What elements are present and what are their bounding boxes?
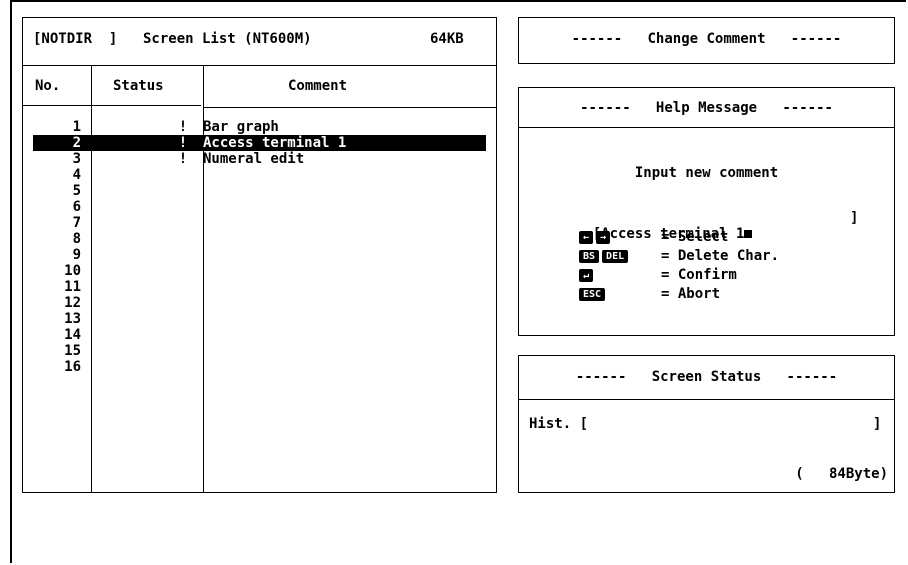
directory-label: [NOTDIR ] [33, 31, 118, 47]
change-comment-title: ------ Change Comment ------ [571, 31, 842, 47]
help-message-title: ------ Help Message ------ [580, 100, 833, 116]
row-status: ! [178, 135, 188, 151]
row-comment: Bar graph [203, 119, 279, 135]
row-number: 15 [64, 343, 81, 359]
row-number: 7 [72, 215, 81, 231]
row-number: 5 [72, 183, 81, 199]
key-action: = Abort [661, 286, 721, 302]
row-number: 6 [72, 199, 81, 215]
no-status-header-divider [23, 105, 201, 106]
table-row[interactable]: 11 [23, 279, 496, 295]
help-title-divider [519, 127, 894, 128]
row-number: 4 [72, 167, 81, 183]
row-number: 14 [64, 327, 81, 343]
table-row[interactable]: 6 [23, 199, 496, 215]
column-header-no: No. [35, 78, 61, 94]
table-row[interactable]: 14 [23, 327, 496, 343]
text-cursor [744, 230, 753, 238]
key-group: ESC [579, 286, 661, 302]
screen-list-title: Screen List (NT600M) [143, 31, 312, 47]
screen-size: ( 84Byte) [795, 466, 888, 482]
header-divider [23, 65, 496, 66]
key-group: ↵ [579, 267, 661, 283]
table-row[interactable]: 10 [23, 263, 496, 279]
row-comment: Numeral edit [203, 151, 305, 167]
screen-status-panel: ------ Screen Status ------ Hist. [ ] ( … [518, 355, 895, 493]
help-key-line: ESC = Abort [579, 286, 720, 302]
row-number: 1 [72, 119, 81, 135]
status-title-divider [519, 399, 894, 400]
help-key-line: BS DEL = Delete Char. [579, 248, 779, 264]
table-row[interactable]: 8 [23, 231, 496, 247]
row-number: 10 [64, 263, 81, 279]
row-status: ! [178, 151, 188, 167]
row-number: 16 [64, 359, 81, 375]
row-number: 2 [72, 135, 81, 151]
history-label: Hist. [ [529, 416, 589, 432]
key-action: = Select [661, 229, 729, 245]
comment-header-divider [203, 107, 496, 108]
help-key-line: ← → = Select [579, 229, 728, 245]
row-number: 3 [72, 151, 81, 167]
right-arrow-key-icon: → [596, 230, 611, 244]
table-row[interactable]: 3! Numeral edit [23, 151, 496, 167]
key-action: = Confirm [661, 267, 737, 283]
key-action: = Delete Char. [661, 248, 780, 264]
row-number: 11 [64, 279, 81, 295]
help-key-line: ↵ = Confirm [579, 267, 737, 283]
table-row[interactable]: 12 [23, 295, 496, 311]
table-row[interactable]: 16 [23, 359, 496, 375]
help-prompt: Input new comment [634, 165, 779, 181]
table-row[interactable]: 9 [23, 247, 496, 263]
memory-size: 64KB [430, 31, 464, 47]
key-group: ← → [579, 229, 661, 245]
row-status: ! [178, 119, 188, 135]
column-header-status: Status [113, 78, 164, 94]
table-row[interactable]: 7 [23, 215, 496, 231]
table-row[interactable]: 5 [23, 183, 496, 199]
column-header-comment: Comment [288, 78, 348, 94]
comment-input-close: ] [850, 210, 859, 226]
table-row[interactable]: 4 [23, 167, 496, 183]
screen-status-title: ------ Screen Status ------ [575, 369, 838, 385]
table-row[interactable]: 2! Access terminal 1 [33, 135, 486, 151]
help-message-panel: ------ Help Message ------ Input new com… [518, 87, 895, 336]
row-number: 8 [72, 231, 81, 247]
table-row[interactable]: 15 [23, 343, 496, 359]
table-row[interactable]: 13 [23, 311, 496, 327]
delete-key-icon: DEL [602, 249, 629, 263]
change-comment-panel: ------ Change Comment ------ [518, 17, 895, 64]
table-row[interactable]: 1! Bar graph [23, 119, 496, 135]
row-comment: Access terminal 1 [203, 135, 347, 151]
backspace-key-icon: BS [579, 249, 600, 263]
row-number: 12 [64, 295, 81, 311]
screen-list-panel: [NOTDIR ] Screen List (NT600M) 64KB No. … [22, 17, 497, 493]
key-group: BS DEL [579, 248, 661, 264]
row-number: 13 [64, 311, 81, 327]
left-arrow-key-icon: ← [579, 230, 594, 244]
escape-key-icon: ESC [579, 287, 606, 301]
row-number: 9 [72, 247, 81, 263]
history-close: ] [873, 416, 882, 432]
enter-key-icon: ↵ [579, 268, 594, 282]
